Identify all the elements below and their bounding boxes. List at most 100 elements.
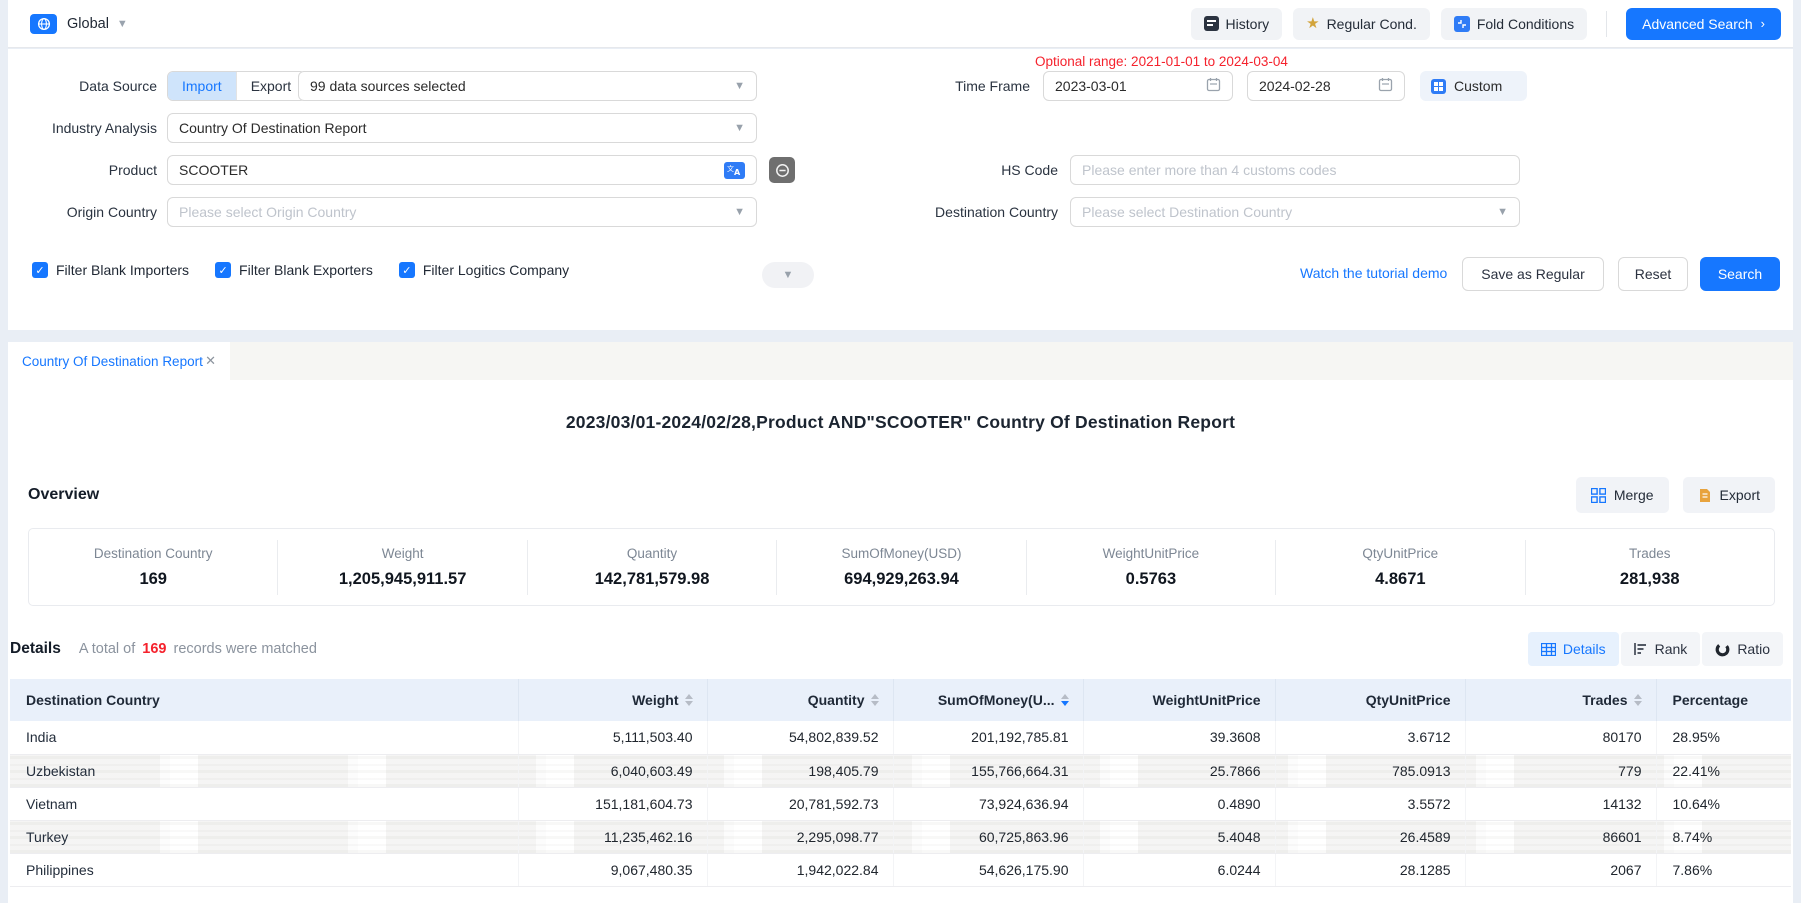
- collapse-form-button[interactable]: ▼: [762, 262, 814, 288]
- time-frame-label: Time Frame: [888, 71, 1030, 101]
- chevron-down-icon[interactable]: ▼: [117, 18, 128, 30]
- industry-analysis-select[interactable]: Country Of Destination Report ▼: [167, 113, 757, 143]
- tab-country-of-destination-report[interactable]: Country Of Destination Report ✕: [8, 342, 230, 380]
- divider: [1606, 11, 1607, 37]
- export-button[interactable]: Export: [1683, 477, 1775, 513]
- chevron-down-icon: ▼: [734, 122, 745, 134]
- col-sum-of-money[interactable]: SumOfMoney(U...: [893, 679, 1083, 721]
- advanced-search-button[interactable]: Advanced Search ›: [1626, 8, 1781, 40]
- export-file-icon: [1698, 488, 1712, 503]
- table-row-philippines[interactable]: Philippines 9,067,480.35 1,942,022.84 54…: [10, 853, 1791, 886]
- exclude-keywords-button[interactable]: [769, 157, 795, 183]
- product-input[interactable]: SCOOTER 文A: [167, 155, 757, 185]
- stat-trades: Trades 281,938: [1526, 540, 1774, 595]
- total-count: 169: [142, 641, 166, 657]
- start-date-input[interactable]: 2023-03-01: [1043, 71, 1233, 101]
- stat-destination-country: Destination Country 169: [29, 540, 278, 595]
- chevron-down-icon: ▼: [734, 80, 745, 92]
- search-button[interactable]: Search: [1700, 257, 1780, 291]
- records-matched-text: A total of 169 records were matched: [79, 641, 317, 657]
- col-trades[interactable]: Trades: [1465, 679, 1656, 721]
- stat-weight: Weight 1,205,945,911.57: [278, 540, 527, 595]
- view-rank-button[interactable]: Rank: [1621, 632, 1701, 666]
- region-selector-label[interactable]: Global: [67, 16, 109, 32]
- col-weight-unit-price: WeightUnitPrice: [1083, 679, 1275, 721]
- chevron-down-icon: ▼: [1497, 206, 1508, 218]
- custom-grid-icon: [1431, 79, 1446, 94]
- table-row-turkey[interactable]: Turkey 11,235,462.16 2,295,098.77 60,725…: [10, 820, 1791, 853]
- arrow-right-icon: ›: [1761, 16, 1765, 31]
- star-icon: ★: [1306, 16, 1319, 31]
- destination-country-select[interactable]: Please select Destination Country ▼: [1070, 197, 1520, 227]
- merge-grid-icon: [1591, 488, 1606, 503]
- fold-icon: [1454, 16, 1470, 32]
- checkbox-checked-icon: ✓: [215, 262, 231, 278]
- table-row-vietnam[interactable]: Vietnam 151,181,604.73 20,781,592.73 73,…: [10, 787, 1791, 820]
- table-row-uzbekistan[interactable]: Uzbekistan 6,040,603.49 198,405.79 155,7…: [10, 754, 1791, 787]
- export-segment[interactable]: Export: [236, 72, 305, 100]
- overview-stats-card: Destination Country 169 Weight 1,205,945…: [28, 528, 1775, 606]
- history-icon: [1204, 16, 1219, 31]
- col-percentage: Percentage: [1656, 679, 1791, 721]
- view-details-button[interactable]: Details: [1528, 632, 1619, 666]
- form-row-product: Product SCOOTER 文A HS Code Please enter …: [8, 155, 1793, 185]
- origin-country-select[interactable]: Please select Origin Country ▼: [167, 197, 757, 227]
- view-ratio-button[interactable]: Ratio: [1702, 632, 1783, 666]
- regular-cond-button[interactable]: ★ Regular Cond.: [1293, 8, 1430, 40]
- report-content: 2023/03/01-2024/02/28,Product AND"SCOOTE…: [8, 380, 1793, 903]
- industry-analysis-label: Industry Analysis: [8, 113, 157, 143]
- details-table: Destination Country Weight Quantity SumO…: [10, 679, 1791, 887]
- form-row-filters-actions: ✓ Filter Blank Importers ✓ Filter Blank …: [8, 259, 1793, 293]
- col-destination-country: Destination Country: [10, 679, 518, 721]
- table-icon: [1541, 643, 1556, 656]
- close-icon[interactable]: ✕: [205, 353, 216, 369]
- destination-country-label: Destination Country: [900, 197, 1058, 227]
- globe-icon: [30, 14, 57, 34]
- details-heading: Details: [10, 640, 61, 658]
- checkbox-checked-icon: ✓: [399, 262, 415, 278]
- product-label: Product: [8, 155, 157, 185]
- save-as-regular-button[interactable]: Save as Regular: [1462, 257, 1604, 291]
- pie-chart-icon: [1715, 642, 1730, 657]
- custom-range-button[interactable]: Custom: [1420, 71, 1527, 101]
- form-row-industry: Industry Analysis Country Of Destination…: [8, 113, 1793, 143]
- history-button[interactable]: History: [1191, 8, 1283, 40]
- table-row-india[interactable]: India 5,111,503.40 54,802,839.52 201,192…: [10, 721, 1791, 754]
- import-segment[interactable]: Import: [168, 72, 236, 100]
- calendar-icon[interactable]: [1206, 77, 1221, 95]
- report-title: 2023/03/01-2024/02/28,Product AND"SCOOTE…: [8, 412, 1793, 433]
- col-quantity[interactable]: Quantity: [707, 679, 893, 721]
- overview-heading: Overview: [28, 486, 99, 504]
- filter-blank-importers-checkbox[interactable]: ✓ Filter Blank Importers: [32, 262, 189, 278]
- filter-blank-exporters-checkbox[interactable]: ✓ Filter Blank Exporters: [215, 262, 373, 278]
- translate-icon[interactable]: 文A: [724, 162, 745, 179]
- search-form: Optional range: 2021-01-01 to 2024-03-04…: [8, 49, 1793, 330]
- hs-code-input[interactable]: Please enter more than 4 customs codes: [1070, 155, 1520, 185]
- rank-bars-icon: [1634, 642, 1648, 656]
- circle-minus-icon: [775, 163, 790, 178]
- sort-carets-icon: [685, 694, 693, 706]
- end-date-input[interactable]: 2024-02-28: [1247, 71, 1405, 101]
- tab-strip: Country Of Destination Report ✕: [8, 342, 1793, 380]
- svg-text:文: 文: [727, 164, 734, 173]
- svg-text:A: A: [734, 168, 741, 176]
- import-export-toggle: Import Export: [167, 71, 306, 101]
- fold-conditions-button[interactable]: Fold Conditions: [1441, 8, 1587, 40]
- chevron-down-icon: ▼: [734, 206, 745, 218]
- filter-logitics-company-checkbox[interactable]: ✓ Filter Logitics Company: [399, 262, 569, 278]
- stat-quantity: Quantity 142,781,579.98: [528, 540, 777, 595]
- table-header-row: Destination Country Weight Quantity SumO…: [10, 679, 1791, 721]
- checkbox-checked-icon: ✓: [32, 262, 48, 278]
- data-sources-select[interactable]: 99 data sources selected ▼: [298, 71, 757, 101]
- stat-sum-of-money: SumOfMoney(USD) 694,929,263.94: [777, 540, 1026, 595]
- form-row-data-source: Data Source Import Export 99 data source…: [8, 71, 1793, 101]
- tutorial-link[interactable]: Watch the tutorial demo: [1300, 265, 1447, 281]
- calendar-icon[interactable]: [1378, 77, 1393, 95]
- top-bar: Global ▼ History ★ Regular Cond. Fold Co…: [8, 0, 1793, 48]
- origin-country-label: Origin Country: [8, 197, 157, 227]
- merge-button[interactable]: Merge: [1576, 477, 1669, 513]
- stat-weight-unit-price: WeightUnitPrice 0.5763: [1027, 540, 1276, 595]
- col-weight[interactable]: Weight: [518, 679, 707, 721]
- reset-button[interactable]: Reset: [1618, 257, 1688, 291]
- sort-carets-icon: [871, 694, 879, 706]
